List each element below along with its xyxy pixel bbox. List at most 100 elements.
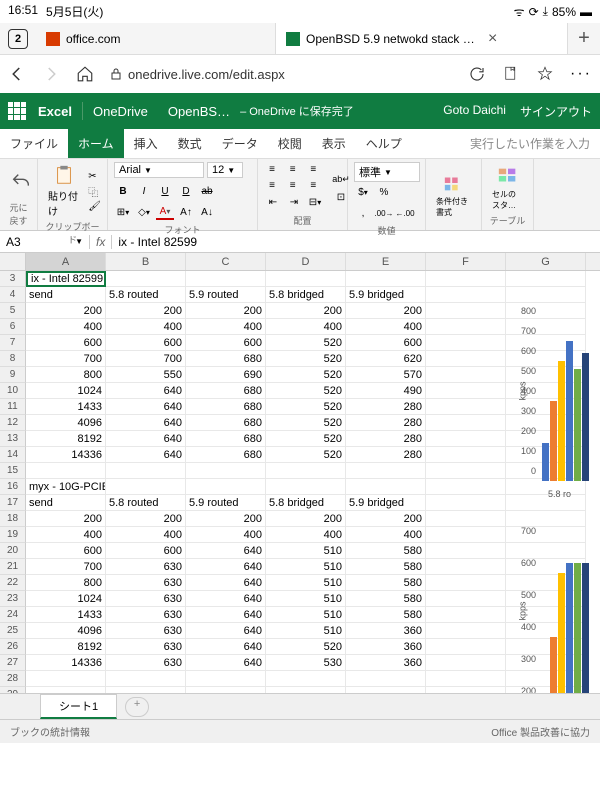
close-tab-icon[interactable]: × — [488, 30, 497, 48]
tab-file[interactable]: ファイル — [0, 129, 68, 158]
row-header[interactable]: 23 — [0, 591, 26, 607]
paste-button[interactable]: 貼り付け — [44, 162, 84, 220]
row-header[interactable]: 10 — [0, 383, 26, 399]
cell-A25[interactable]: 4096 — [26, 623, 106, 639]
row-header[interactable]: 20 — [0, 543, 26, 559]
cell-A16[interactable]: myx - 10G-PCIE2-8BL2-2S — [26, 479, 106, 495]
cell-D28[interactable] — [266, 671, 346, 687]
cell-C13[interactable]: 680 — [186, 431, 266, 447]
browser-tab-1[interactable]: office.com — [36, 23, 276, 54]
cell-D14[interactable]: 520 — [266, 447, 346, 463]
cell-C17[interactable]: 5.9 routed — [186, 495, 266, 511]
cell-A17[interactable]: send — [26, 495, 106, 511]
formula-input[interactable]: ix - Intel 82599 — [112, 235, 600, 249]
cell-D15[interactable] — [266, 463, 346, 479]
cell-E29[interactable] — [346, 687, 426, 693]
cell-C19[interactable]: 400 — [186, 527, 266, 543]
row-header[interactable]: 29 — [0, 687, 26, 693]
cell-A14[interactable]: 14336 — [26, 447, 106, 463]
cell-F20[interactable] — [426, 543, 506, 559]
conditional-format-button[interactable]: 条件付き書式 — [432, 170, 475, 220]
cell-E18[interactable]: 200 — [346, 511, 426, 527]
cell-B25[interactable]: 630 — [106, 623, 186, 639]
row-header[interactable]: 13 — [0, 431, 26, 447]
favorite-button[interactable] — [536, 65, 554, 83]
cell-E7[interactable]: 600 — [346, 335, 426, 351]
cell-A27[interactable]: 14336 — [26, 655, 106, 671]
cell-A26[interactable]: 8192 — [26, 639, 106, 655]
cell-B21[interactable]: 630 — [106, 559, 186, 575]
cell-B16[interactable] — [106, 479, 186, 495]
cell-E17[interactable]: 5.9 bridged — [346, 495, 426, 511]
cell-A21[interactable]: 700 — [26, 559, 106, 575]
tab-count-button[interactable]: 2 — [8, 29, 28, 49]
fx-icon[interactable]: fx — [90, 235, 112, 249]
row-header[interactable]: 21 — [0, 559, 26, 575]
cell-E13[interactable]: 280 — [346, 431, 426, 447]
cell-B18[interactable]: 200 — [106, 511, 186, 527]
row-header[interactable]: 12 — [0, 415, 26, 431]
row-header[interactable]: 11 — [0, 399, 26, 415]
cell-B14[interactable]: 640 — [106, 447, 186, 463]
currency-button[interactable]: $▾ — [354, 184, 372, 200]
cell-C21[interactable]: 640 — [186, 559, 266, 575]
cell-A15[interactable] — [26, 463, 106, 479]
cell-D16[interactable] — [266, 479, 346, 495]
cell-E10[interactable]: 490 — [346, 383, 426, 399]
cell-A22[interactable]: 800 — [26, 575, 106, 591]
row-header[interactable]: 26 — [0, 639, 26, 655]
cell-F21[interactable] — [426, 559, 506, 575]
shrink-font-button[interactable]: A↓ — [198, 204, 216, 220]
cell-E9[interactable]: 570 — [346, 367, 426, 383]
ribbon-search[interactable]: 実行したい作業を入力 — [460, 129, 600, 158]
indent-button[interactable]: ⇥ — [285, 195, 303, 211]
tab-review[interactable]: 校閲 — [268, 129, 312, 158]
double-underline-button[interactable]: D — [177, 183, 195, 199]
workbook-stats[interactable]: ブックの統計情報 — [10, 724, 90, 739]
cell-B26[interactable]: 630 — [106, 639, 186, 655]
cell-E11[interactable]: 280 — [346, 399, 426, 415]
cell-C4[interactable]: 5.9 routed — [186, 287, 266, 303]
cell-B23[interactable]: 630 — [106, 591, 186, 607]
cell-F18[interactable] — [426, 511, 506, 527]
cell-C15[interactable] — [186, 463, 266, 479]
cell-A12[interactable]: 4096 — [26, 415, 106, 431]
tab-home[interactable]: ホーム — [68, 129, 124, 158]
cell-C10[interactable]: 680 — [186, 383, 266, 399]
cell-F26[interactable] — [426, 639, 506, 655]
cell-D18[interactable]: 200 — [266, 511, 346, 527]
cell-G3[interactable] — [506, 271, 586, 287]
cell-D6[interactable]: 400 — [266, 319, 346, 335]
col-header-A[interactable]: A — [26, 253, 106, 270]
cell-A6[interactable]: 400 — [26, 319, 106, 335]
row-header[interactable]: 6 — [0, 319, 26, 335]
cell-D4[interactable]: 5.8 bridged — [266, 287, 346, 303]
cell-F15[interactable] — [426, 463, 506, 479]
cell-C9[interactable]: 690 — [186, 367, 266, 383]
cell-G4[interactable] — [506, 287, 586, 303]
app-launcher-icon[interactable] — [8, 102, 26, 120]
cell-C23[interactable]: 640 — [186, 591, 266, 607]
underline-button[interactable]: U — [156, 183, 174, 199]
cell-E20[interactable]: 580 — [346, 543, 426, 559]
cell-A5[interactable]: 200 — [26, 303, 106, 319]
cell-D5[interactable]: 200 — [266, 303, 346, 319]
bold-button[interactable]: B — [114, 183, 132, 199]
cell-E25[interactable]: 360 — [346, 623, 426, 639]
copy-button[interactable]: ⿻ — [88, 184, 101, 199]
tab-insert[interactable]: 挿入 — [124, 129, 168, 158]
cell-E22[interactable]: 580 — [346, 575, 426, 591]
name-box[interactable]: A3▼ — [0, 235, 90, 249]
add-sheet-button[interactable]: + — [125, 697, 149, 717]
cell-C11[interactable]: 680 — [186, 399, 266, 415]
cell-B9[interactable]: 550 — [106, 367, 186, 383]
cell-E23[interactable]: 580 — [346, 591, 426, 607]
cell-A28[interactable] — [26, 671, 106, 687]
cell-F27[interactable] — [426, 655, 506, 671]
file-title[interactable]: OpenBS… — [168, 104, 230, 119]
cell-F7[interactable] — [426, 335, 506, 351]
signout-link[interactable]: サインアウト — [520, 103, 592, 120]
cell-B5[interactable]: 200 — [106, 303, 186, 319]
dec-decimal-button[interactable]: ←.00 — [396, 205, 414, 221]
cell-B24[interactable]: 630 — [106, 607, 186, 623]
